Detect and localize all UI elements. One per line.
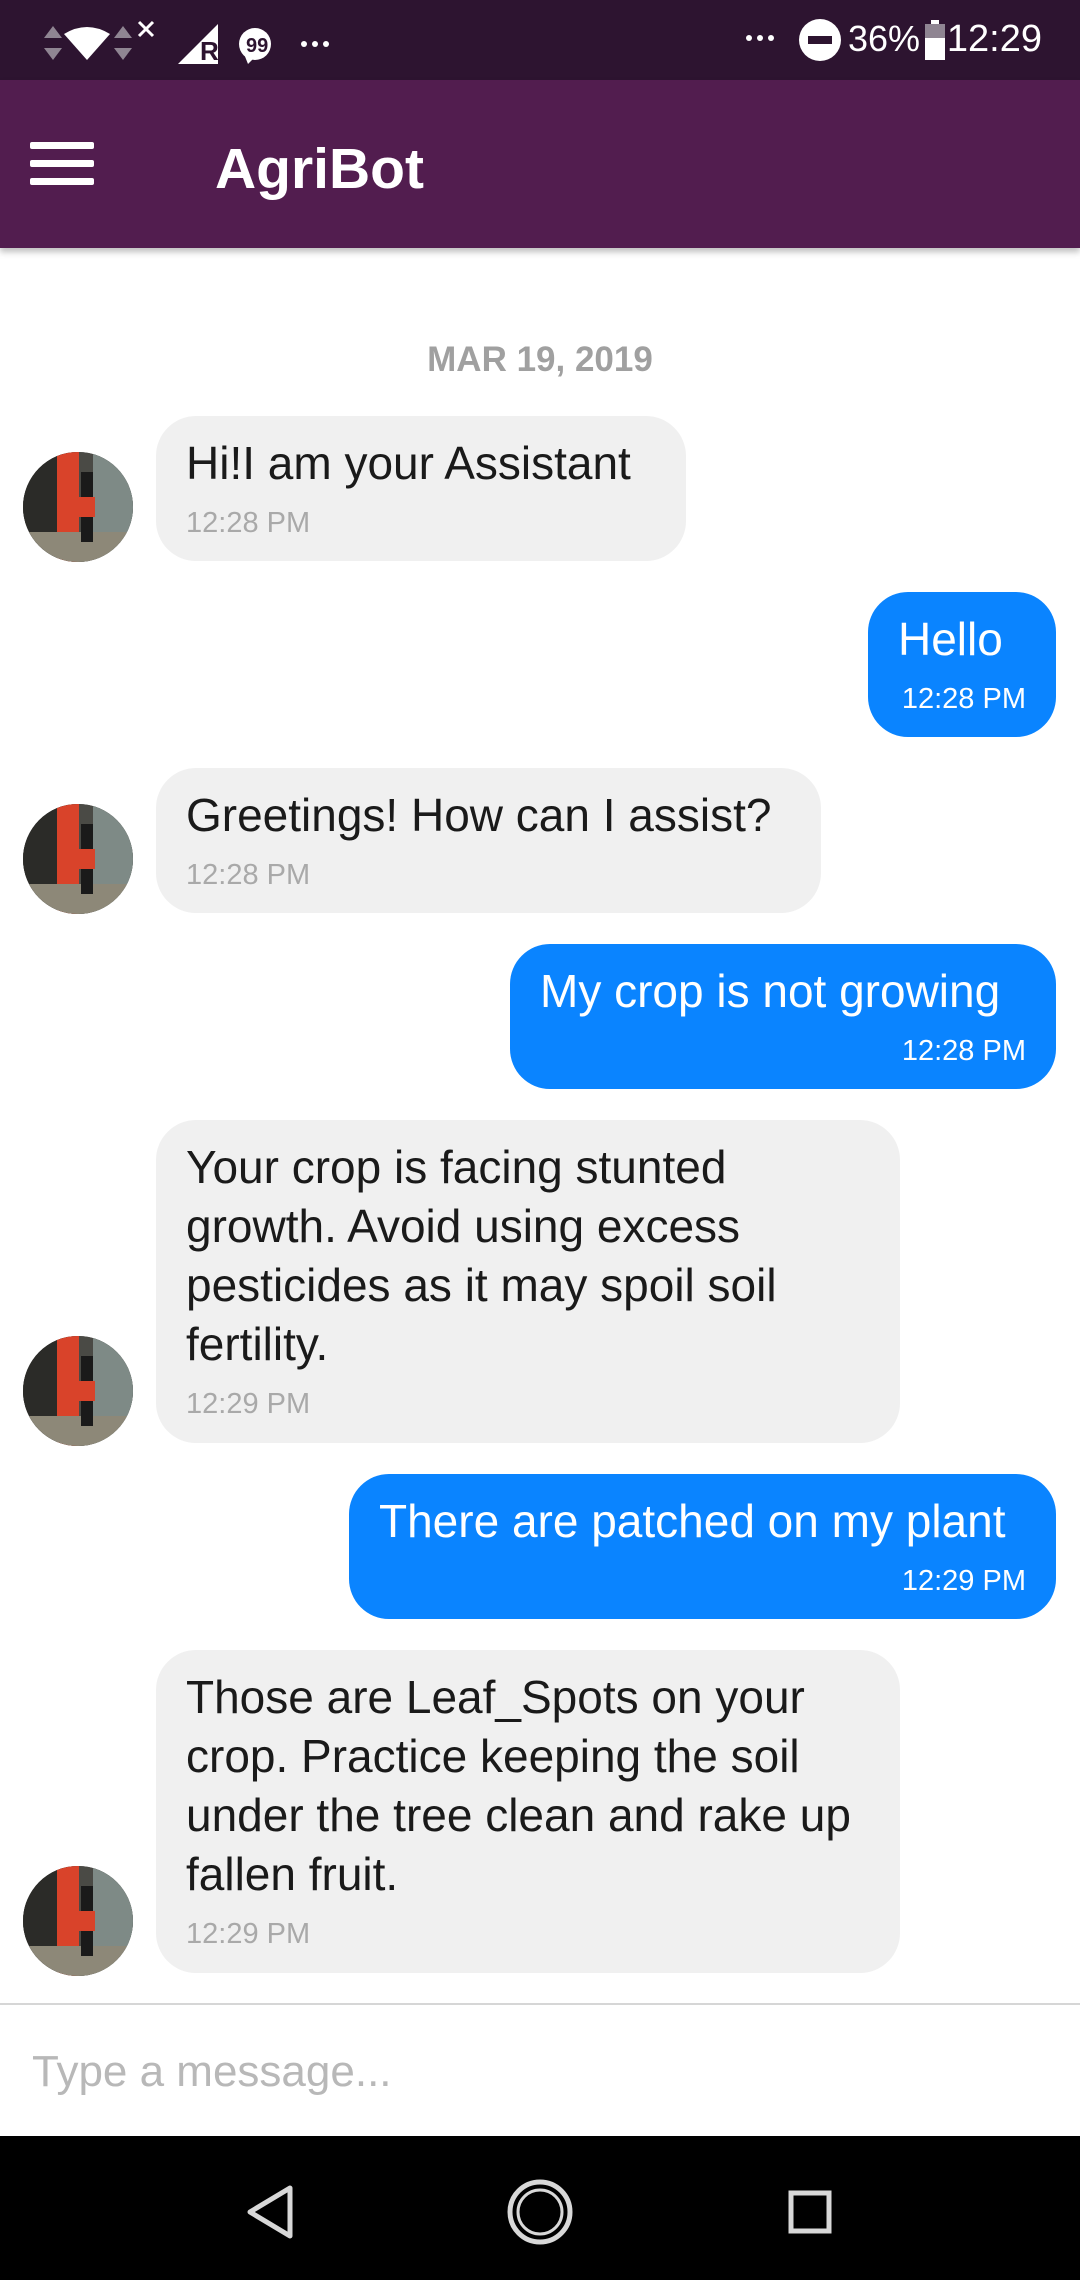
- app-title: AgriBot: [215, 137, 424, 201]
- svg-text:99: 99: [246, 35, 268, 57]
- navigation-bar: [0, 2136, 1080, 2280]
- message-timestamp: 12:28 PM: [186, 507, 311, 539]
- battery-percent: 36%: [847, 18, 920, 59]
- message-bubble: My crop is not growing 12:28 PM: [510, 944, 1056, 1089]
- message-text: There are patched on my plant: [379, 1495, 1006, 1547]
- app-bar: AgriBot: [0, 80, 1080, 248]
- message-bubble: Those are Leaf_Spots on your crop. Pract…: [156, 1650, 900, 1973]
- more-notifications-icon: [301, 41, 329, 47]
- message-timestamp: 12:28 PM: [901, 683, 1026, 715]
- signal-roaming-icon: R: [178, 24, 219, 64]
- message-bubble: Hi!I am your Assistant 12:28 PM: [156, 416, 686, 561]
- message-timestamp: 12:29 PM: [186, 1388, 311, 1420]
- message-bubble: There are patched on my plant 12:29 PM: [349, 1474, 1056, 1619]
- message-text: Your crop is facing stunted growth. Avoi…: [186, 1141, 777, 1370]
- do-not-disturb-icon: [799, 19, 841, 61]
- message-text: Hi!I am your Assistant: [186, 437, 631, 489]
- status-time: 12:29: [946, 18, 1042, 60]
- avatar-image: [23, 1336, 133, 1446]
- message-bubble: Greetings! How can I assist? 12:28 PM: [156, 768, 821, 913]
- data-arrows-icon: [44, 26, 62, 60]
- message-bubble: Your crop is facing stunted growth. Avoi…: [156, 1120, 900, 1443]
- bot-avatar: [23, 804, 133, 914]
- message-composer: [0, 2003, 1080, 2137]
- wifi-icon: [64, 27, 110, 60]
- message-timestamp: 12:28 PM: [186, 859, 311, 891]
- avatar-image: [23, 1866, 133, 1976]
- home-icon[interactable]: [500, 2172, 580, 2252]
- avatar-image: [23, 452, 133, 562]
- back-icon[interactable]: [230, 2172, 310, 2252]
- chat-screen: R 99 36% 12:29 AgriBot MAR 19, 2019 Hi!I…: [0, 0, 1080, 2280]
- date-separator: MAR 19, 2019: [427, 340, 653, 379]
- recent-apps-icon[interactable]: [770, 2172, 850, 2252]
- bot-avatar: [23, 1866, 133, 1976]
- message-timestamp: 12:29 PM: [186, 1918, 311, 1950]
- bot-avatar: [23, 452, 133, 562]
- battery-icon: [925, 20, 945, 60]
- bot-avatar: [23, 1336, 133, 1446]
- message-input[interactable]: [30, 2041, 1034, 2103]
- message-text: Those are Leaf_Spots on your crop. Pract…: [186, 1671, 851, 1900]
- status-bar: R 99 36% 12:29: [0, 0, 1080, 80]
- message-notification-icon: 99: [239, 28, 271, 64]
- message-bubble: Hello 12:28 PM: [868, 592, 1056, 737]
- message-timestamp: 12:29 PM: [901, 1565, 1026, 1597]
- message-text: Greetings! How can I assist?: [186, 789, 772, 841]
- more-status-icon: [746, 35, 774, 41]
- svg-text:R: R: [200, 36, 219, 64]
- message-timestamp: 12:28 PM: [901, 1035, 1026, 1067]
- no-signal-x-icon: [137, 20, 155, 38]
- message-text: My crop is not growing: [540, 965, 1001, 1017]
- menu-icon[interactable]: [26, 134, 98, 194]
- data-arrows-icon: [114, 26, 132, 60]
- message-text: Hello: [898, 613, 1003, 665]
- avatar-image: [23, 804, 133, 914]
